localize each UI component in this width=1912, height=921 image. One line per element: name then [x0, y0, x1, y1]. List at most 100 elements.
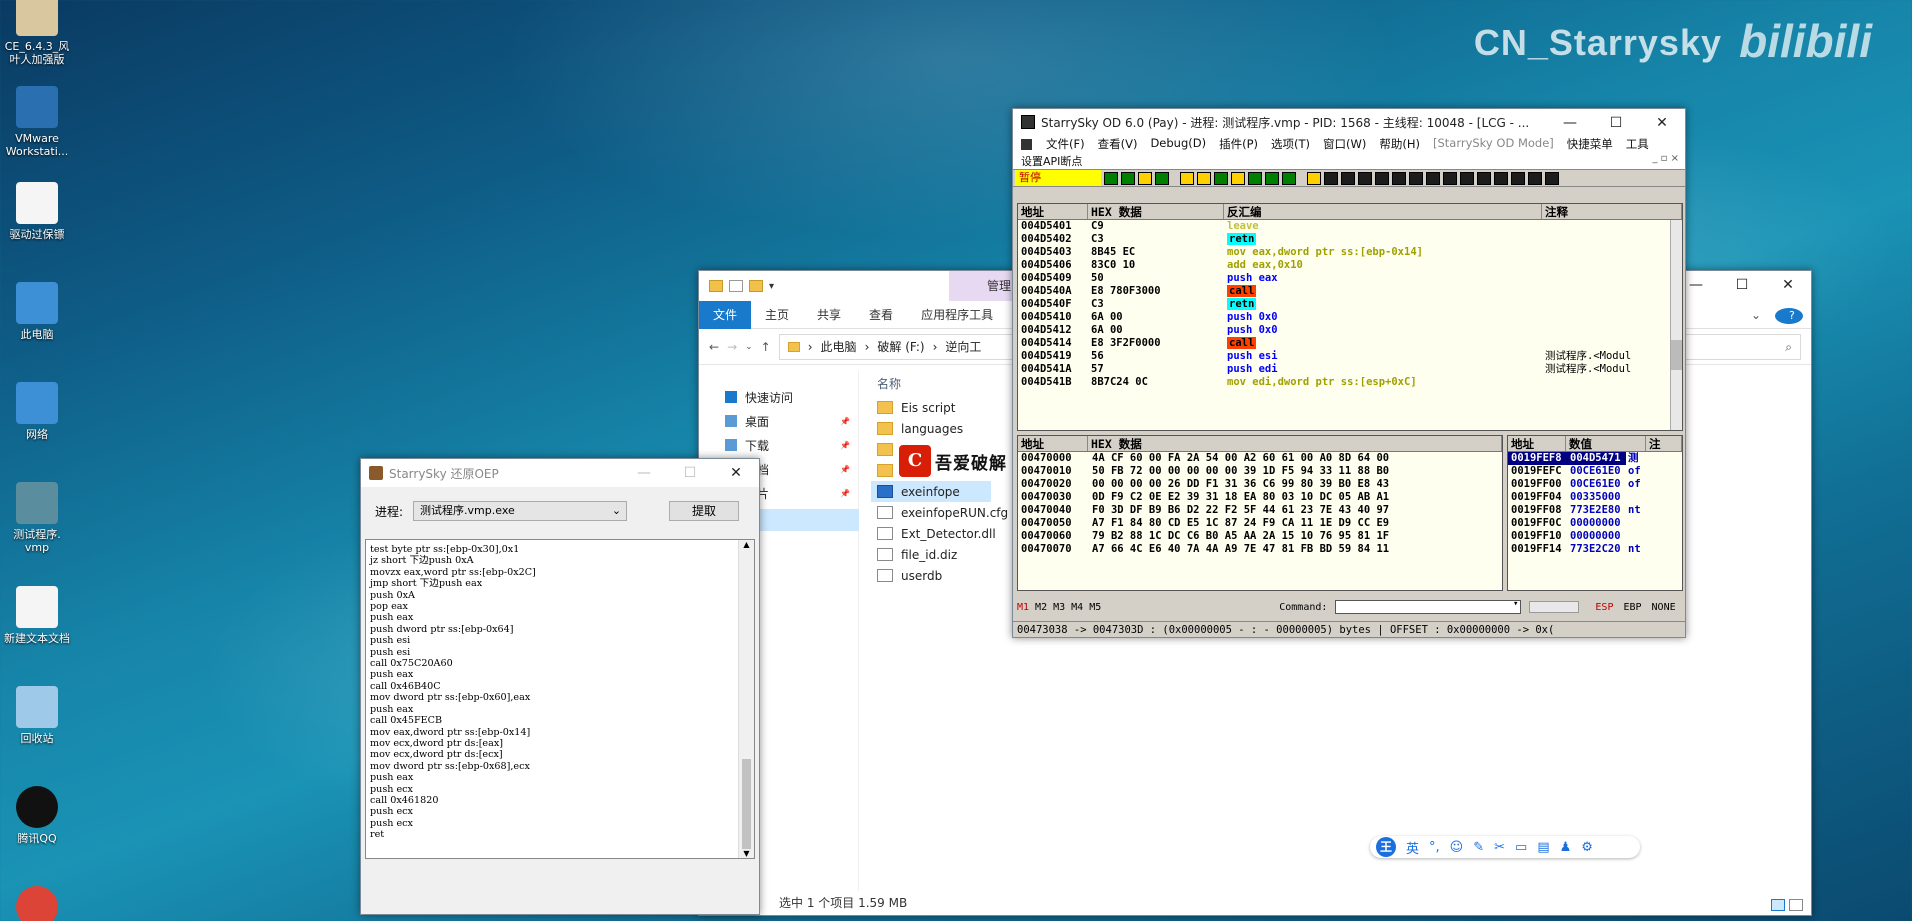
tab-view[interactable]: 查看 [855, 301, 907, 329]
close-button[interactable]: ✕ [1639, 109, 1685, 137]
toolbar-button-icon[interactable] [1494, 171, 1508, 185]
dump-row[interactable]: 00470060 79 B2 88 1C DC C6 B0 A5 AA 2A 15… [1018, 530, 1502, 543]
large-icons-view-icon[interactable] [1789, 899, 1803, 911]
stack-row[interactable]: 0019FEFC 00CE61E0 of [1508, 465, 1682, 478]
maximize-button[interactable]: ☐ [1719, 271, 1765, 299]
desktop-icon-ce[interactable]: CE_6.4.3_风 叶人加强版 [0, 0, 74, 66]
col-comment[interactable]: 注释 [1542, 204, 1682, 219]
disasm-row[interactable]: 004D5409 50 push eax [1018, 272, 1682, 285]
oep-code-textarea[interactable]: test byte ptr ss:[ebp-0x30],0x1 jz short… [365, 539, 755, 859]
emoji-icon[interactable]: ☺ [1450, 840, 1464, 855]
disasm-row[interactable]: 004D5419 56 push esi 测试程序.<Modul [1018, 350, 1682, 363]
column-header-name[interactable]: 名称 [871, 371, 991, 397]
col-hex[interactable]: HEX 数据 [1088, 436, 1502, 451]
desktop-icon-pc[interactable]: 此电脑 [0, 282, 74, 341]
set-api-breakpoint-menu[interactable]: 设置API断点 [1021, 155, 1082, 168]
breadcrumb-this-pc[interactable]: 此电脑 [821, 338, 857, 355]
toolbar-button-icon[interactable] [1282, 171, 1296, 185]
od-menu-item[interactable]: 帮助(H) [1379, 136, 1420, 152]
od-menu-item[interactable]: 查看(V) [1098, 136, 1138, 152]
disasm-row[interactable]: 004D5414 E8 3F2F0000 call [1018, 337, 1682, 350]
pin-icon[interactable]: 📌 [840, 489, 850, 498]
scroll-thumb[interactable] [742, 759, 751, 849]
od-menu-item[interactable]: 快捷菜单 [1567, 136, 1613, 152]
dump-row[interactable]: 00470050 A7 F1 84 80 CD E5 1C 87 24 F9 CA… [1018, 517, 1502, 530]
maximize-button[interactable]: ☐ [1593, 109, 1639, 137]
toolbar-button-icon[interactable] [1443, 171, 1457, 185]
code-scrollbar[interactable]: ▲ ▼ [738, 540, 754, 858]
memory-tab[interactable]: M1 [1017, 602, 1029, 613]
toolbar-button-icon[interactable] [1528, 171, 1542, 185]
od-menu-item[interactable]: 窗口(W) [1323, 136, 1366, 152]
toolbar-button-icon[interactable] [1231, 171, 1245, 185]
disasm-row[interactable]: 004D5401 C9 leave [1018, 220, 1682, 233]
file-item[interactable]: languages [871, 418, 991, 439]
stack-row[interactable]: 0019FEF8 004D5471 测 [1508, 452, 1682, 465]
desktop-icon-network[interactable]: 网络 [0, 382, 74, 441]
desktop-icon-recycle[interactable]: 回收站 [0, 686, 74, 745]
file-item[interactable]: exeinfope [871, 481, 991, 502]
toolbar-button-icon[interactable] [1138, 171, 1152, 185]
user-icon[interactable]: ♟ [1560, 840, 1572, 855]
od-menu-item[interactable]: 工具 [1626, 136, 1649, 152]
col-value[interactable]: 数值 [1566, 436, 1646, 451]
ime-logo-icon[interactable]: 王 [1376, 837, 1396, 857]
toolbar-button-icon[interactable] [1180, 171, 1194, 185]
dump-row[interactable]: 00470000 4A CF 60 00 FA 2A 54 00 A2 60 61… [1018, 452, 1502, 465]
close-button[interactable]: ✕ [713, 459, 759, 487]
punctuation-icon[interactable]: °, [1429, 840, 1440, 855]
dump-row[interactable]: 00470030 0D F9 C2 0E E2 39 31 18 EA 80 03… [1018, 491, 1502, 504]
toolbar-button-icon[interactable] [1392, 171, 1406, 185]
breadcrumb-folder[interactable]: 逆向工 [945, 338, 981, 355]
col-hex[interactable]: HEX 数据 [1088, 204, 1224, 219]
minimize-button[interactable]: — [621, 459, 667, 487]
memory-tab[interactable]: M2 [1035, 602, 1047, 613]
view-toggle-icons[interactable] [1771, 899, 1803, 911]
register-follow-button[interactable]: ESP [1595, 602, 1613, 613]
ime-mode-toggle[interactable]: 英 [1406, 838, 1419, 857]
process-select[interactable]: 测试程序.vmp.exe ⌄ [413, 501, 628, 521]
toolbar-button-icon[interactable] [1477, 171, 1491, 185]
desktop-icon-file[interactable]: 驱动过保镖 [0, 182, 74, 241]
properties-icon[interactable] [729, 280, 743, 292]
desktop-icon-chrome[interactable] [0, 886, 74, 921]
stack-row[interactable]: 0019FF08 773E2E80 nt [1508, 504, 1682, 517]
od-menu-item[interactable]: 文件(F) [1046, 136, 1085, 152]
breadcrumb-drive[interactable]: 破解 (F:) [877, 338, 924, 355]
disasm-row[interactable]: 004D540A E8 780F3000 call [1018, 285, 1682, 298]
dump-row[interactable]: 00470020 00 00 00 00 26 DD F1 31 36 C6 99… [1018, 478, 1502, 491]
stack-row[interactable]: 0019FF14 773E2C20 nt [1508, 543, 1682, 556]
stack-pane[interactable]: 地址 数值 注 0019FEF8 004D5471 测 0019FEFC 00CE61E… [1507, 435, 1683, 591]
disasm-row[interactable]: 004D541A 57 push edi 测试程序.<Modul [1018, 363, 1682, 376]
register-follow-button[interactable]: EBP [1623, 602, 1641, 613]
back-arrow-icon[interactable]: ← [709, 340, 719, 354]
col-address[interactable]: 地址 [1508, 436, 1566, 451]
hex-dump-pane[interactable]: 地址 HEX 数据 00470000 4A CF 60 00 FA 2A 54 0… [1017, 435, 1503, 591]
dump-row[interactable]: 00470010 50 FB 72 00 00 00 00 00 39 1D F5… [1018, 465, 1502, 478]
toolbar-button-icon[interactable] [1197, 171, 1211, 185]
tab-share[interactable]: 共享 [803, 301, 855, 329]
memory-tab[interactable]: M4 [1071, 602, 1083, 613]
memory-tab[interactable]: M5 [1089, 602, 1101, 613]
nav-item[interactable]: 下载 📌 [699, 433, 858, 457]
toolbar-button-icon[interactable] [1460, 171, 1474, 185]
file-item[interactable]: file_id.diz [871, 544, 991, 565]
od-menu-item[interactable]: Debug(D) [1150, 136, 1206, 152]
pin-icon[interactable]: 📌 [840, 441, 850, 450]
disasm-row[interactable]: 004D541B 8B7C24 0C mov edi,dword ptr ss:[e… [1018, 376, 1682, 389]
stack-row[interactable]: 0019FF10 00000000 [1508, 530, 1682, 543]
toolbar-button-icon[interactable] [1104, 171, 1118, 185]
scroll-down-icon[interactable]: ▼ [739, 849, 754, 858]
toolbar-button-icon[interactable] [1248, 171, 1262, 185]
toolbar-button-icon[interactable] [1214, 171, 1228, 185]
scroll-up-icon[interactable]: ▲ [739, 540, 754, 549]
skin-icon[interactable]: ▤ [1537, 840, 1549, 855]
disasm-row[interactable]: 004D5402 C3 retn [1018, 233, 1682, 246]
close-button[interactable]: ✕ [1765, 271, 1811, 299]
new-folder-icon[interactable] [749, 280, 763, 292]
toolbar-button-icon[interactable] [1375, 171, 1389, 185]
command-input[interactable]: ▾ [1335, 599, 1522, 614]
disassembly-pane[interactable]: 地址 HEX 数据 反汇编 注释 004D5401 C9 leave 004D5402… [1017, 203, 1683, 431]
toolbar-button-icon[interactable] [1324, 171, 1338, 185]
tools-icon[interactable]: ✂ [1494, 840, 1505, 855]
